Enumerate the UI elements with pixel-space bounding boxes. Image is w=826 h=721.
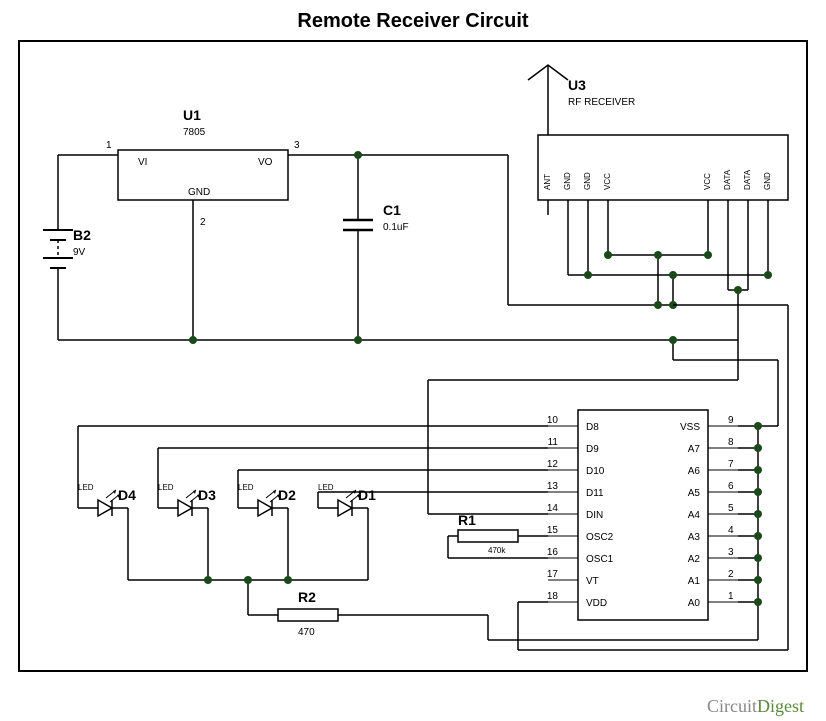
svg-text:1: 1 [728,591,734,602]
svg-text:7: 7 [728,459,734,470]
b2-value: 9V [73,247,86,258]
u3-pins: ANT GND GND VCC VCC DATA DATA GND [543,169,772,190]
b2-ref: B2 [73,227,91,243]
svg-text:VCC: VCC [703,173,712,190]
diagram-title: Remote Receiver Circuit [0,0,826,39]
d3-ref: D3 [198,487,216,503]
svg-text:15: 15 [547,525,559,536]
svg-text:2: 2 [728,569,734,580]
svg-text:A5: A5 [688,488,701,499]
u3-ref: U3 [568,77,586,93]
svg-text:16: 16 [547,547,559,558]
d4-ref: D4 [118,487,136,503]
svg-text:A6: A6 [688,466,701,477]
u1-pin3-num: 3 [294,140,300,151]
circuit-diagram: VI VO GND 1 3 2 U1 7805 B2 9V C1 0.1uF U… [18,40,808,672]
svg-text:A0: A0 [688,598,701,609]
u3-value: RF RECEIVER [568,97,635,108]
svg-text:18: 18 [547,591,559,602]
svg-text:OSC1: OSC1 [586,554,614,565]
c1-ref: C1 [383,202,401,218]
svg-text:5: 5 [728,503,734,514]
attribution: CircuitDigest [707,696,804,717]
svg-text:9: 9 [728,415,734,426]
svg-text:14: 14 [547,503,559,514]
r2-body [278,609,338,621]
svg-text:8: 8 [728,437,734,448]
svg-text:GND: GND [583,172,592,190]
u1-pin2-num: 2 [200,217,206,228]
d4-type: LED [78,483,94,492]
decoder-left-pins: 10 D8 11 D9 12 D10 13 D11 14 DIN 15 OSC2 [547,415,614,609]
d1-ref: D1 [358,487,376,503]
d2-type: LED [238,483,254,492]
d1-led [338,490,360,516]
svg-text:VCC: VCC [603,173,612,190]
svg-text:DIN: DIN [586,510,603,521]
u1-ref: U1 [183,107,201,123]
r1-body [458,530,518,542]
svg-text:11: 11 [548,437,559,448]
d1-type: LED [318,483,334,492]
decoder-right-pins: 9 VSS 8 A7 7 A6 6 A5 5 A4 4 A3 [680,415,738,609]
svg-text:A4: A4 [688,510,701,521]
d2-ref: D2 [278,487,296,503]
svg-text:6: 6 [728,481,734,492]
svg-text:10: 10 [547,415,559,426]
svg-text:DATA: DATA [743,169,752,190]
d3-type: LED [158,483,174,492]
svg-text:GND: GND [563,172,572,190]
svg-text:VSS: VSS [680,422,700,433]
r1-value: 470k [488,546,506,555]
r2-value: 470 [298,627,315,638]
d3-led [178,490,200,516]
svg-text:GND: GND [763,172,772,190]
svg-text:4: 4 [728,525,734,536]
svg-text:ANT: ANT [543,174,552,190]
svg-text:A1: A1 [688,576,701,587]
svg-text:VT: VT [586,576,599,587]
u1-pin-vi-label: VI [138,157,147,168]
svg-text:OSC2: OSC2 [586,532,614,543]
svg-text:D10: D10 [586,466,605,477]
svg-text:A2: A2 [688,554,701,565]
svg-text:DATA: DATA [723,169,732,190]
svg-text:D11: D11 [586,488,604,499]
u1-pin-gnd-label: GND [188,187,210,198]
svg-text:13: 13 [547,481,559,492]
svg-text:A7: A7 [688,444,701,455]
svg-text:A3: A3 [688,532,701,543]
d4-led [98,490,120,516]
svg-text:VDD: VDD [586,598,607,609]
d2-led [258,490,280,516]
u1-value: 7805 [183,127,206,138]
svg-text:17: 17 [547,569,559,580]
svg-text:12: 12 [547,459,559,470]
svg-text:D9: D9 [586,444,599,455]
c1-value: 0.1uF [383,222,409,233]
svg-text:D8: D8 [586,422,599,433]
svg-text:3: 3 [728,547,734,558]
u1-pin-vo-label: VO [258,157,273,168]
r2-ref: R2 [298,589,316,605]
u1-pin1-num: 1 [106,140,112,151]
